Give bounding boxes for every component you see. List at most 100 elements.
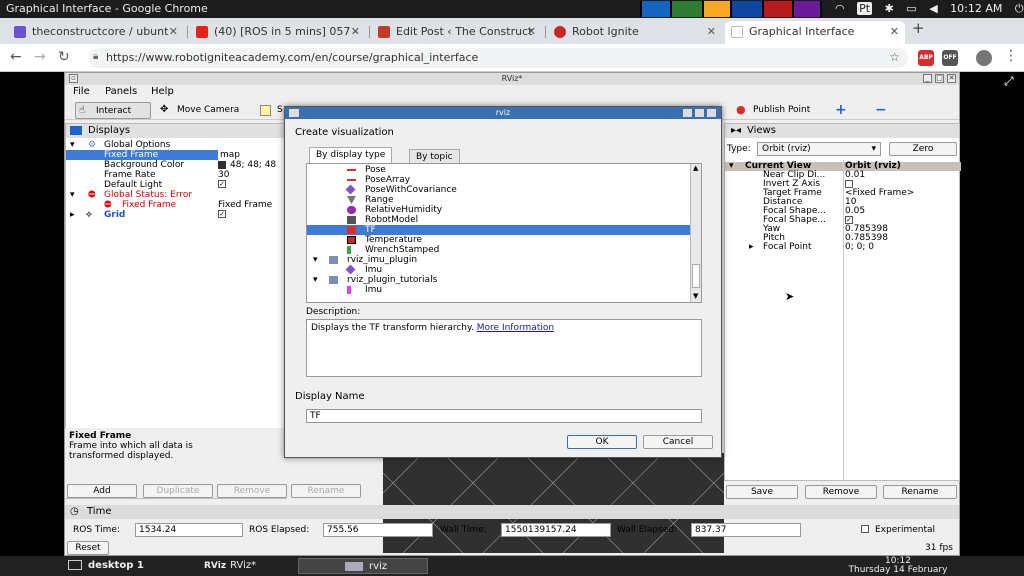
- window-menu-icon[interactable]: ▫: [69, 74, 78, 83]
- wall-elapsed-field[interactable]: 837.37: [691, 523, 801, 537]
- tree-row-background-color[interactable]: Background Color 48; 48; 48: [66, 160, 288, 170]
- list-item[interactable]: Imu: [307, 285, 690, 295]
- tree-row-global-options[interactable]: ▾ ⚙ Global Options: [66, 140, 288, 150]
- clock[interactable]: 10:12 AM: [950, 2, 1002, 15]
- tree-row-global-status[interactable]: ▾ ⛔︎ Global Status: Error: [66, 190, 288, 200]
- remove-view-button[interactable]: Remove: [805, 485, 877, 499]
- tab-robot-ignite[interactable]: Robot Ignite ✕: [548, 21, 722, 44]
- select-tool-button[interactable]: S: [257, 102, 287, 119]
- fullscreen-icon[interactable]: ⤢: [1004, 74, 1014, 89]
- list-item[interactable]: RelativeHumidity: [307, 205, 690, 215]
- remove-tool-icon[interactable]: −: [875, 102, 895, 119]
- window-menu-icon[interactable]: [289, 109, 299, 117]
- save-view-button[interactable]: Save: [726, 485, 798, 499]
- collapse-arrow-icon[interactable]: ▾: [70, 190, 75, 200]
- tab-edit-post[interactable]: Edit Post ‹ The Construct ✕: [372, 21, 542, 44]
- tab-theconstructcore[interactable]: theconstructcore / ubunt ✕: [8, 21, 184, 44]
- bluetooth-icon[interactable]: ✱: [885, 2, 894, 15]
- expand-arrow-icon[interactable]: ▸: [749, 243, 754, 252]
- tab-youtube[interactable]: (40) [ROS in 5 mins] 057 - ✕: [190, 21, 366, 44]
- close-tab-icon[interactable]: ✕: [527, 21, 536, 43]
- extension-off-icon[interactable]: OFF: [942, 50, 958, 66]
- chrome-menu-icon[interactable]: ⋮: [1004, 48, 1018, 64]
- profile-avatar[interactable]: [976, 50, 992, 66]
- maximize-icon[interactable]: [695, 109, 704, 117]
- view-type-select[interactable]: Orbit (rviz) ▾: [757, 142, 881, 156]
- close-tab-icon[interactable]: ✕: [351, 21, 360, 43]
- reset-button[interactable]: Reset: [67, 541, 109, 555]
- list-scrollbar[interactable]: ▲ ▼: [690, 164, 701, 302]
- wifi-icon[interactable]: ◠: [835, 2, 845, 15]
- list-item-folder[interactable]: ▾ rviz_imu_plugin: [307, 255, 690, 265]
- ros-time-field[interactable]: 1534.24: [135, 523, 243, 537]
- focal-shape-checkbox[interactable]: ✓: [845, 216, 853, 224]
- forward-arrow-icon[interactable]: →: [34, 49, 46, 65]
- reload-icon[interactable]: ↻: [58, 49, 70, 65]
- publish-point-tool-button[interactable]: ● Publish Point: [733, 102, 823, 119]
- interact-tool-button[interactable]: ☝ Interact: [75, 102, 151, 119]
- close-icon[interactable]: ✕: [947, 74, 956, 83]
- back-arrow-icon[interactable]: ←: [10, 49, 22, 65]
- move-camera-tool-button[interactable]: ✥ Move Camera: [157, 102, 249, 119]
- list-item[interactable]: WrenchStamped: [307, 245, 690, 255]
- views-value[interactable]: 0.05: [845, 207, 865, 216]
- menu-panels[interactable]: Panels: [105, 86, 137, 97]
- list-item[interactable]: Temperature: [307, 235, 690, 245]
- close-tab-icon[interactable]: ✕: [707, 21, 716, 43]
- adblock-plus-icon[interactable]: ABP: [918, 50, 934, 66]
- collapse-arrow-icon[interactable]: ▾: [729, 162, 734, 171]
- battery-icon[interactable]: ▭: [906, 2, 916, 15]
- list-item[interactable]: Imu: [307, 264, 690, 275]
- tree-value[interactable]: 48; 48; 48: [230, 160, 276, 170]
- ros-elapsed-field[interactable]: 755.56: [323, 523, 433, 537]
- list-item-selected[interactable]: TF: [307, 225, 690, 235]
- display-name-input[interactable]: TF: [306, 409, 702, 423]
- add-button[interactable]: Add: [67, 484, 137, 498]
- zero-button[interactable]: Zero: [889, 142, 957, 156]
- rename-view-button[interactable]: Rename: [883, 485, 957, 499]
- expand-arrow-icon[interactable]: ▸: [70, 210, 75, 220]
- omnibox[interactable]: 🔒︎ https://www.robotigniteacademy.com/en…: [88, 48, 908, 68]
- desktop-switcher[interactable]: desktop 1: [68, 558, 144, 574]
- invert-z-checkbox[interactable]: [845, 180, 853, 188]
- volume-icon[interactable]: ◀: [929, 2, 937, 15]
- add-tool-icon[interactable]: +: [835, 102, 851, 119]
- tree-row-grid[interactable]: ▸ ⟡ Grid ✓: [66, 210, 288, 220]
- collapse-arrow-icon[interactable]: ▾: [313, 275, 318, 285]
- scroll-thumb[interactable]: [692, 264, 700, 288]
- list-item[interactable]: Pose: [307, 165, 690, 175]
- minimize-icon[interactable]: _: [923, 74, 932, 83]
- power-icon[interactable]: ⏻: [1015, 2, 1024, 15]
- tree-row-default-light[interactable]: Default Light ✓: [66, 180, 288, 190]
- duplicate-button[interactable]: Duplicate: [143, 484, 213, 498]
- maximize-icon[interactable]: □: [935, 74, 944, 83]
- list-item[interactable]: PoseWithCovariance: [307, 184, 690, 195]
- grid-checkbox[interactable]: ✓: [218, 210, 226, 218]
- rename-display-button[interactable]: Rename: [291, 484, 361, 498]
- minimize-icon[interactable]: [683, 109, 692, 117]
- taskbar-rviz-app[interactable]: RViz RViz*: [204, 558, 256, 574]
- views-value[interactable]: 0; 0; 0: [845, 243, 874, 252]
- tree-row-fixed-frame-status[interactable]: ⛔︎ Fixed Frame Fixed Frame: [66, 200, 288, 210]
- tree-value[interactable]: map: [218, 150, 288, 160]
- tree-row-frame-rate[interactable]: Frame Rate 30: [66, 170, 288, 180]
- collapse-arrow-icon[interactable]: ▾: [313, 255, 318, 265]
- menu-help[interactable]: Help: [151, 86, 174, 97]
- views-value[interactable]: 0.01: [845, 171, 865, 180]
- close-icon[interactable]: [707, 109, 716, 117]
- taskbar-clock[interactable]: 10:12 Thursday 14 February: [838, 556, 958, 576]
- tab-by-topic[interactable]: By topic: [409, 149, 460, 164]
- default-light-checkbox[interactable]: ✓: [218, 180, 226, 188]
- list-item-folder[interactable]: ▾ rviz_plugin_tutorials: [307, 275, 690, 285]
- tab-by-display-type[interactable]: By display type: [309, 147, 393, 164]
- close-tab-icon[interactable]: ✕: [890, 21, 899, 43]
- menu-file[interactable]: File: [73, 86, 90, 97]
- new-tab-icon[interactable]: +: [912, 19, 925, 37]
- pt-badge[interactable]: Pt: [857, 2, 873, 15]
- bookmark-star-icon[interactable]: ☆: [889, 50, 900, 64]
- tab-graphical-interface[interactable]: Graphical Interface ✕: [725, 21, 905, 44]
- list-item[interactable]: Range: [307, 195, 690, 205]
- visualization-list[interactable]: Pose PoseArray PoseWithCovariance Range …: [306, 163, 702, 303]
- more-information-link[interactable]: More Information: [477, 323, 554, 333]
- cancel-button[interactable]: Cancel: [643, 435, 713, 449]
